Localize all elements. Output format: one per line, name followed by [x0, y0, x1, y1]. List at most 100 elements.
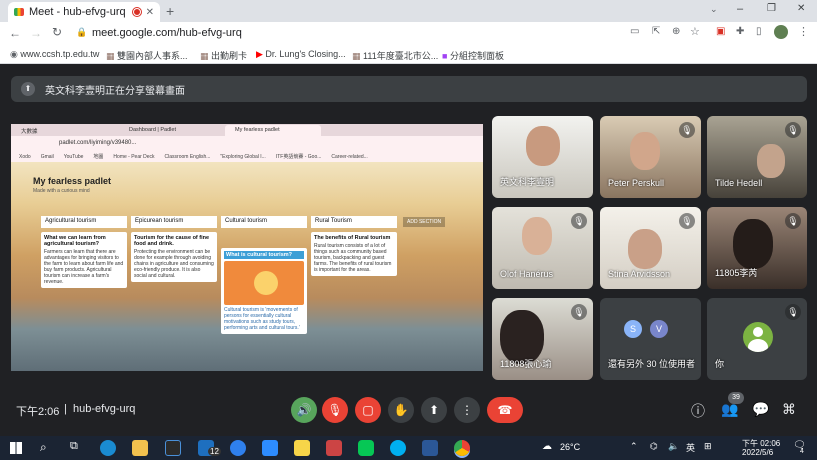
participant-tile[interactable]: 🎙 Stina Arvidsson	[600, 207, 701, 289]
clock-date[interactable]: 2022/5/6	[742, 448, 773, 457]
photos-icon[interactable]	[422, 440, 438, 456]
bookmark-item[interactable]: ▦ 111年度臺北市公...	[352, 49, 438, 62]
ime-indicator[interactable]: 英	[686, 441, 695, 454]
app-icon: ■	[442, 51, 450, 61]
participant-name: 英文科李壹明	[500, 177, 555, 187]
more-options-button[interactable]: ⋮	[454, 397, 480, 423]
meet-favicon-icon	[14, 8, 24, 16]
banner-text: 英文科李壹明正在分享螢幕畫面	[45, 85, 185, 97]
mic-off-icon: 🎙	[571, 213, 587, 229]
zoom-app-icon[interactable]	[262, 440, 278, 456]
tab-close-icon[interactable]: ✕	[146, 7, 154, 18]
browser-tab-bar: Meet - hub-efvg-urq ✕ + ⌄ – ❐ ✕	[0, 0, 817, 22]
padlet-column-header: Epicurean tourism	[131, 216, 217, 228]
bookmark-star-icon[interactable]: ☆	[690, 25, 700, 38]
youtube-icon: ▶	[256, 49, 266, 59]
chat-icon[interactable]: 💬	[752, 401, 769, 418]
menu-kebab-icon[interactable]: ⋮	[798, 25, 809, 38]
shared-tabbar: 大數據 Dashboard | Padlet My fearless padle…	[11, 124, 483, 136]
chrome-icon[interactable]	[454, 440, 470, 456]
mic-off-icon: 🎙	[679, 122, 695, 138]
others-tile[interactable]: S V 還有另外 30 位使用者	[600, 298, 701, 380]
microphone-toggle[interactable]: 🎙	[322, 397, 348, 423]
edge-icon[interactable]	[100, 440, 116, 456]
screen-record-icon[interactable]: ▣	[716, 26, 725, 37]
others-count-label: 還有另外 30 位使用者	[608, 359, 696, 369]
zoom-icon[interactable]: ⊕	[672, 26, 680, 37]
tab-search-icon[interactable]: ⌄	[710, 4, 718, 15]
self-tile[interactable]: 🎙 你	[707, 298, 807, 380]
participant-tile[interactable]: 英文科李壹明	[492, 116, 593, 198]
url-field[interactable]: meet.google.com/hub-efvg-urq	[92, 27, 242, 39]
self-avatar	[743, 322, 773, 352]
camera-toggle[interactable]: ▢	[355, 397, 381, 423]
paint-icon[interactable]	[326, 440, 342, 456]
shared-tab-active: My fearless padlet	[225, 125, 321, 136]
store-icon[interactable]	[165, 440, 181, 456]
reload-icon[interactable]: ↻	[52, 25, 62, 39]
maximize-button[interactable]: ❐	[767, 3, 776, 14]
back-icon[interactable]: ←	[9, 26, 21, 40]
bookmark-item[interactable]: ▦ 雙園內部人事系...	[106, 49, 188, 62]
bookmark-item[interactable]: ◉ www.ccsh.tp.edu.tw	[10, 49, 99, 60]
participant-tile[interactable]: 🎙 11808張心瑜	[492, 298, 593, 380]
raise-hand-button[interactable]: ✋	[388, 397, 414, 423]
cultural-illustration	[224, 261, 304, 305]
network-icon[interactable]: ⌬	[650, 441, 658, 452]
participant-name: Tilde Hedell	[715, 178, 763, 188]
speaker-button[interactable]: 🔊	[291, 397, 317, 423]
side-panel-icon[interactable]: ▯	[756, 26, 762, 37]
minimize-button[interactable]: –	[737, 3, 743, 15]
image-icon: ▦	[200, 51, 212, 61]
padlet-title: My fearless padlet	[33, 176, 112, 186]
bookmark-item[interactable]: ▦ 出勤刷卡	[200, 49, 247, 62]
meeting-details-icon[interactable]: ⓘ	[691, 401, 705, 421]
participant-name: 11805李芮	[715, 268, 758, 278]
tray-chevron-icon[interactable]: ⌃	[630, 441, 638, 452]
mic-off-icon: 🎙	[571, 304, 587, 320]
presenting-banner: ⬆ 英文科李壹明正在分享螢幕畫面	[11, 76, 807, 102]
sticky-notes-icon[interactable]	[294, 440, 310, 456]
participant-name: Peter Perskull	[608, 178, 665, 188]
browser-tab-meet[interactable]: Meet - hub-efvg-urq ✕	[8, 2, 160, 22]
skype-icon[interactable]	[390, 440, 406, 456]
padlet-card: The benefits of Rural tourism Rural tour…	[311, 232, 397, 276]
forward-icon[interactable]: →	[30, 26, 42, 40]
line-icon[interactable]	[358, 440, 374, 456]
profile-avatar[interactable]	[774, 25, 788, 39]
extensions-icon[interactable]: ✚	[736, 26, 744, 37]
bookmark-item[interactable]: ▶ Dr. Lung's Closing...	[256, 49, 346, 60]
file-explorer-icon[interactable]	[132, 440, 148, 456]
close-window-button[interactable]: ✕	[797, 3, 805, 14]
padlet-card: Tourism for the cause of fine food and d…	[131, 232, 217, 282]
camera-indicator-icon[interactable]: ▭	[630, 26, 639, 37]
participant-tile[interactable]: 🎙 11805李芮	[707, 207, 807, 289]
participant-video	[522, 217, 552, 255]
weather-icon[interactable]: ☁	[542, 441, 552, 452]
volume-icon[interactable]: 🔈	[668, 441, 679, 452]
app-compass-icon[interactable]	[230, 440, 246, 456]
padlet-column-header: Agricultural tourism	[41, 216, 127, 228]
share-page-icon[interactable]: ⇱	[652, 26, 660, 37]
search-icon[interactable]: ⌕	[40, 440, 47, 455]
participant-tile[interactable]: 🎙 Olof Hanérus	[492, 207, 593, 289]
windows-start-icon[interactable]	[10, 442, 22, 454]
task-view-icon[interactable]: ⧉	[70, 440, 78, 453]
participant-tile[interactable]: 🎙 Tilde Hedell	[707, 116, 807, 198]
present-button[interactable]: ⬆	[421, 397, 447, 423]
notification-count: 4	[800, 448, 804, 455]
meet-stage: ⬆ 英文科李壹明正在分享螢幕畫面 大數據 Dashboard | Padlet …	[0, 64, 817, 436]
padlet-card: What we can learn from agricultural tour…	[41, 232, 127, 288]
windows-taskbar: ⌕ ⧉ 12 ☁ 26°C ⌃ ⌬ 🔈 英 ⊞ 下午 02:06 2022/5/…	[0, 436, 817, 460]
input-mode-icon[interactable]: ⊞	[704, 441, 712, 452]
activities-icon[interactable]: ⌘	[782, 401, 796, 418]
participant-tile[interactable]: 🎙 Peter Perskull	[600, 116, 701, 198]
shared-bookmarks: Xodo Gmail YouTube 地圖 Home - Pear Deck Classr…	[11, 150, 483, 162]
leave-call-button[interactable]: ☎	[487, 397, 523, 423]
bookmark-item[interactable]: ■ 分組控制面板	[442, 49, 504, 62]
temperature[interactable]: 26°C	[560, 442, 580, 452]
mic-off-icon: 🎙	[679, 213, 695, 229]
meeting-code: hub-efvg-urq	[73, 403, 136, 415]
participant-video	[628, 229, 662, 269]
new-tab-button[interactable]: +	[166, 3, 174, 19]
